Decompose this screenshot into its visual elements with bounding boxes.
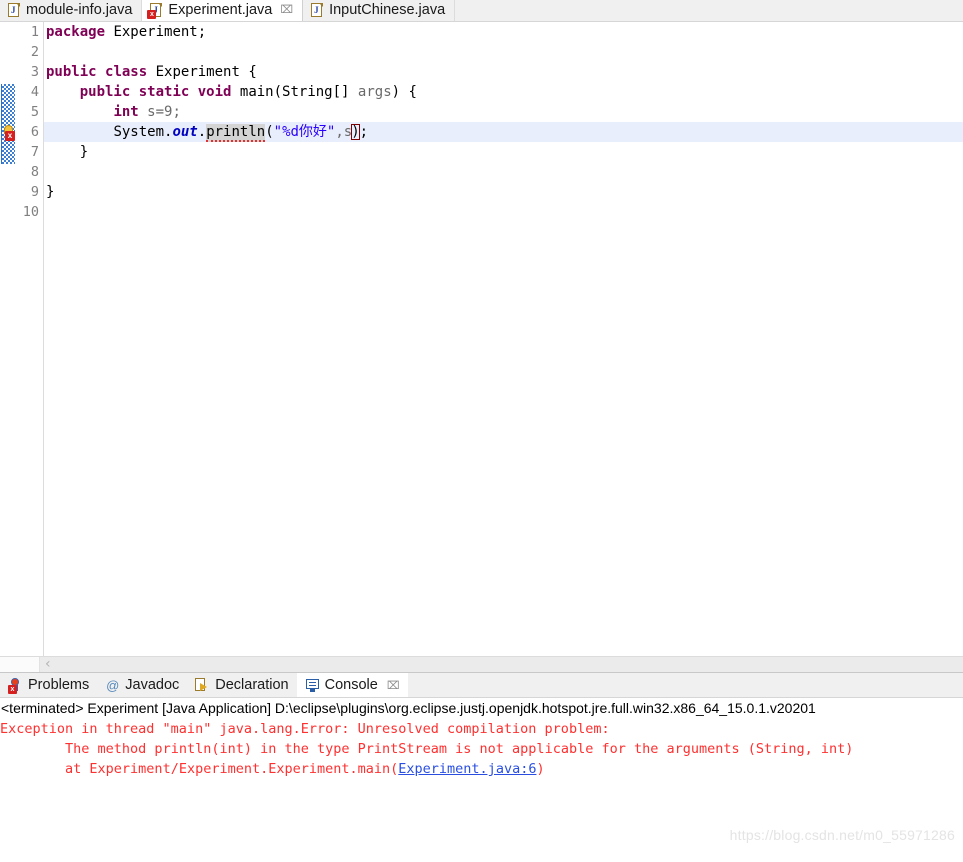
code-token: } — [46, 184, 55, 200]
annotation-ruler[interactable]: x — [0, 22, 15, 656]
line-number-ruler: 1 2 3 4 5 6 7 8 9 10 — [15, 22, 44, 656]
java-file-error-icon: J x — [147, 3, 163, 19]
editor-tab-input-chinese[interactable]: J InputChinese.java — [303, 0, 456, 21]
panel-tab-label: Javadoc — [125, 677, 180, 693]
code-token: Experiment { — [147, 64, 257, 80]
annotation-hatch-region — [1, 84, 15, 164]
quickfix-error-bulb-icon[interactable]: x — [0, 125, 16, 141]
editor-horizontal-scrollbar[interactable]: ‹ — [0, 656, 963, 672]
stacktrace-source-link[interactable]: Experiment.java:6 — [398, 761, 536, 777]
tab-bar-filler — [455, 0, 963, 21]
console-stacktrace-line: at Experiment/Experiment.Experiment.main… — [0, 759, 963, 779]
keyword-token: int — [113, 104, 139, 120]
code-token: main(String[] — [231, 84, 358, 100]
code-token: s=9; — [138, 104, 181, 120]
string-literal-token: "%d你好" — [273, 124, 336, 140]
code-line-5: int s=9; — [46, 102, 181, 122]
keyword-token: public — [46, 64, 97, 80]
panel-tab-label: Console — [324, 677, 378, 693]
method-name-token-error: println — [206, 124, 266, 142]
code-token: ( — [265, 124, 274, 140]
editor-tab-experiment[interactable]: J x Experiment.java ⌧ — [142, 0, 304, 21]
line-number: 6 — [30, 124, 39, 140]
code-token: Experiment; — [105, 24, 207, 40]
keyword-token: public — [79, 84, 131, 100]
java-file-icon: J — [310, 3, 324, 18]
keyword-token: class — [105, 64, 148, 80]
code-token: System. — [113, 124, 173, 140]
code-line-4: public static void main(String[] args) { — [46, 82, 417, 102]
console-error-line: Exception in thread "main" java.lang.Err… — [0, 721, 618, 737]
console-output[interactable]: <terminated> Experiment [Java Applicatio… — [0, 698, 963, 846]
code-token: . — [197, 124, 207, 140]
bottom-panel: x Problems @ Javadoc Declaration Console… — [0, 672, 963, 846]
java-file-icon: J — [7, 3, 21, 18]
keyword-token: void — [197, 84, 232, 100]
stacktrace-prefix: at Experiment/Experiment.Experiment.main… — [0, 761, 399, 777]
line-number: 3 — [30, 64, 39, 80]
line-number: 5 — [30, 104, 39, 120]
editor-tab-bar: J module-info.java J x Experiment.java ⌧… — [0, 0, 963, 22]
stacktrace-suffix: ) — [536, 761, 545, 777]
code-token: ; — [359, 124, 369, 140]
code-line-9: } — [46, 182, 54, 202]
editor-tab-module-info[interactable]: J module-info.java — [0, 0, 143, 21]
code-line-1: package Experiment; — [46, 22, 206, 42]
code-token: ) { — [391, 84, 417, 100]
panel-tab-label: Declaration — [215, 677, 289, 693]
tab-declaration[interactable]: Declaration — [187, 673, 297, 697]
console-process-header: <terminated> Experiment [Java Applicatio… — [1, 700, 816, 716]
panel-tab-label: Problems — [28, 677, 90, 693]
line-number: 4 — [30, 84, 39, 100]
close-icon[interactable]: ⌧ — [387, 679, 400, 692]
console-error-line: The method println(int) in the type Prin… — [0, 741, 854, 757]
code-line-6: System.out.println("%d你好",s); — [46, 122, 368, 142]
chevron-left-icon[interactable]: ‹ — [40, 657, 51, 672]
close-icon[interactable]: ⌧ — [280, 5, 293, 16]
panel-tab-filler — [407, 673, 963, 697]
line-number: 2 — [30, 44, 39, 60]
editor-tab-label: InputChinese.java — [329, 2, 446, 19]
editor-tab-label: module-info.java — [26, 2, 133, 19]
bracket-match-token: ) — [351, 124, 360, 140]
tab-javadoc[interactable]: @ Javadoc — [97, 673, 188, 697]
parameter-token: args — [357, 84, 392, 100]
javadoc-at-icon: @ — [106, 677, 120, 693]
code-line-7: } — [46, 142, 88, 162]
keyword-token: package — [46, 24, 106, 40]
editor-tab-label: Experiment.java — [168, 2, 273, 19]
watermark-text: https://blog.csdn.net/m0_55971286 — [729, 827, 955, 843]
field-token: out — [172, 124, 198, 140]
code-token: } — [46, 144, 89, 160]
line-number: 7 — [30, 144, 39, 160]
line-number: 1 — [30, 24, 39, 40]
code-line-3: public class Experiment { — [46, 62, 257, 82]
source-editor[interactable]: x 1 2 3 4 5 6 7 8 9 10 package Experimen… — [0, 22, 963, 656]
tab-problems[interactable]: x Problems — [0, 673, 98, 697]
tab-console[interactable]: Console ⌧ — [296, 673, 408, 697]
problems-error-icon: x — [8, 677, 23, 694]
line-number: 9 — [30, 184, 39, 200]
code-canvas[interactable]: package Experiment; public class Experim… — [44, 22, 963, 656]
declaration-arrow-icon — [195, 677, 210, 693]
console-monitor-icon — [305, 678, 320, 693]
line-number: 10 — [22, 204, 39, 220]
code-token: ,s — [335, 124, 353, 140]
line-number: 8 — [30, 164, 39, 180]
keyword-token: static — [138, 84, 190, 100]
scrollbar-gutter-pad — [0, 657, 40, 672]
panel-tab-bar: x Problems @ Javadoc Declaration Console… — [0, 673, 963, 698]
